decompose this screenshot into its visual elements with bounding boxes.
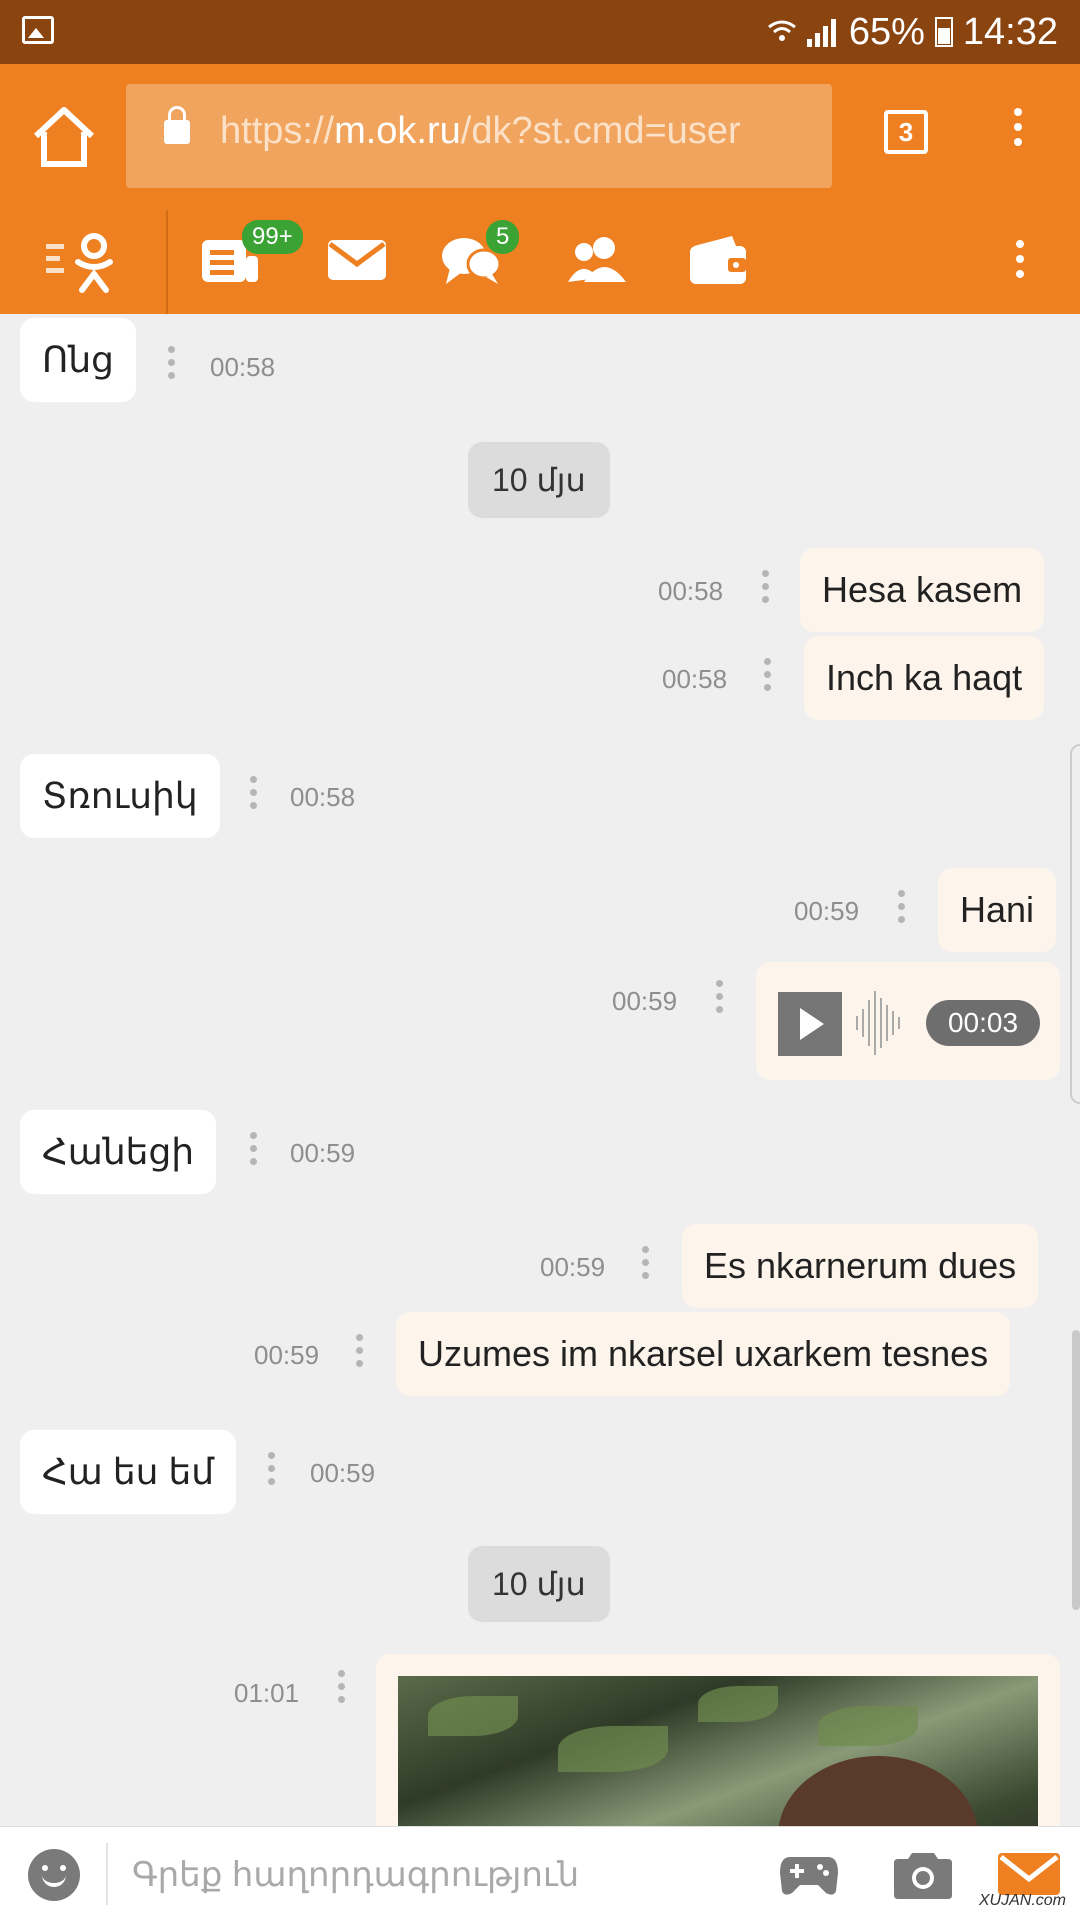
mail-icon[interactable] [326, 232, 388, 288]
smiley-icon[interactable] [28, 1849, 80, 1901]
message-time: 00:58 [662, 664, 728, 694]
photo-image[interactable] [398, 1676, 1038, 1826]
message-options-icon[interactable] [642, 1246, 650, 1285]
message-time: 00:59 [794, 896, 860, 926]
address-bar[interactable]: https://m.ok.ru/dk?st.cmd=user [126, 84, 832, 188]
message-options-icon[interactable] [250, 1132, 258, 1171]
url-host: m.ok.ru [334, 110, 461, 152]
status-indicators: 65% 14:32 [767, 8, 1058, 56]
message-options-icon[interactable] [356, 1334, 364, 1373]
waveform [856, 988, 906, 1058]
message-time: 00:59 [540, 1252, 606, 1282]
app-nav-bar: 99+ 5 [0, 210, 1080, 314]
photo-message[interactable] [376, 1654, 1060, 1826]
chat-thread[interactable]: Ոնց 00:58 10 մյս 00:58 Hesa kasem 00:58 … [0, 314, 1080, 1826]
ok-logo-icon[interactable] [42, 230, 118, 294]
scrollbar[interactable] [1072, 1330, 1080, 1610]
lock-icon [164, 106, 190, 144]
message-options-icon[interactable] [898, 890, 906, 929]
message-input[interactable] [130, 1845, 744, 1905]
message-time: 00:58 [658, 576, 724, 606]
voice-message[interactable]: 00:03 [756, 962, 1060, 1080]
voice-duration: 00:03 [926, 1000, 1040, 1046]
message-time: 00:58 [210, 352, 276, 382]
app-menu-icon[interactable] [1016, 240, 1024, 285]
message-time: 00:59 [290, 1138, 356, 1168]
date-separator: 10 մյս [468, 442, 610, 518]
browser-menu-icon[interactable] [1014, 108, 1022, 153]
message-time: 00:59 [612, 986, 678, 1016]
url-scheme: https:// [220, 110, 335, 152]
camera-icon[interactable] [894, 1849, 952, 1899]
nav-divider [166, 210, 168, 314]
scroll-edge [1070, 744, 1080, 1104]
composer-divider [106, 1843, 108, 1905]
message-options-icon[interactable] [338, 1670, 346, 1709]
message-options-icon[interactable] [762, 570, 770, 609]
url-path: /dk?st.cmd=user [460, 110, 741, 152]
browser-toolbar: https://m.ok.ru/dk?st.cmd=user 3 [0, 64, 1080, 210]
message-options-icon[interactable] [250, 776, 258, 815]
gallery-icon [22, 16, 54, 44]
discussions-badge: 5 [486, 220, 520, 254]
message-time: 00:59 [254, 1340, 320, 1370]
message-options-icon[interactable] [168, 346, 176, 385]
message-bubble-incoming[interactable]: Հա ես եմ [20, 1430, 237, 1514]
message-options-icon[interactable] [764, 658, 772, 697]
composer-bar [0, 1826, 1080, 1921]
url-text[interactable]: https://m.ok.ru/dk?st.cmd=user [220, 110, 816, 153]
message-bubble-outgoing[interactable]: Hesa kasem [800, 548, 1045, 632]
message-time: 00:59 [310, 1458, 376, 1488]
message-bubble-outgoing[interactable]: Uzumes im nkarsel uxarkem tesnes [396, 1312, 1011, 1396]
person-silhouette [778, 1756, 978, 1826]
tab-switcher-button[interactable]: 3 [884, 110, 928, 154]
clock: 14:32 [962, 10, 1058, 53]
play-icon[interactable] [778, 992, 842, 1056]
message-bubble-incoming[interactable]: Հանեցի [20, 1110, 217, 1194]
wifi-icon [767, 20, 796, 41]
message-bubble-incoming[interactable]: Ոնց [20, 318, 136, 402]
battery-percent: 65% [848, 10, 925, 53]
message-time: 01:01 [234, 1678, 300, 1708]
message-options-icon[interactable] [268, 1452, 276, 1491]
date-separator: 10 մյս [468, 1546, 610, 1622]
friends-icon[interactable] [566, 232, 628, 288]
message-bubble-incoming[interactable]: Տռուսիկ [20, 754, 220, 838]
signal-icon [806, 17, 839, 47]
feed-badge: 99+ [242, 220, 303, 254]
message-options-icon[interactable] [716, 980, 724, 1019]
battery-icon [934, 17, 953, 47]
home-icon[interactable] [28, 104, 100, 170]
message-bubble-outgoing[interactable]: Es nkarnerum dues [682, 1224, 1039, 1308]
status-bar: 65% 14:32 [0, 0, 1080, 64]
message-time: 00:58 [290, 782, 356, 812]
message-bubble-outgoing[interactable]: Inch ka haqt [804, 636, 1045, 720]
wallet-icon[interactable] [688, 232, 750, 288]
watermark: XUJAN.com [978, 1892, 1066, 1909]
gamepad-icon[interactable] [778, 1853, 840, 1897]
message-bubble-outgoing[interactable]: Hani [938, 868, 1057, 952]
